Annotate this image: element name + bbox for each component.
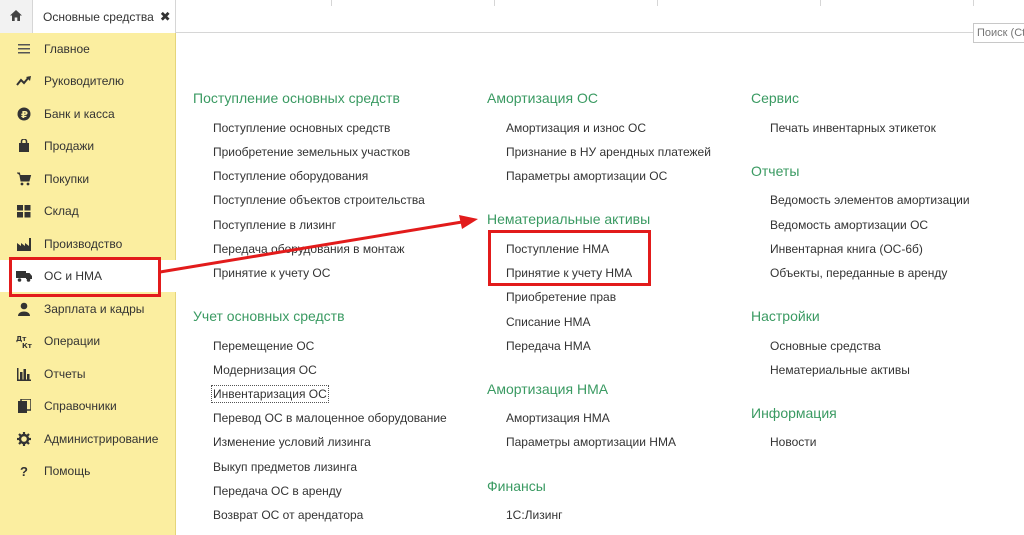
tab-divider [494, 0, 495, 6]
sidebar-item-help[interactable]: ? Помощь [0, 455, 176, 487]
sidebar-item-bank[interactable]: ₽ Банк и касса [0, 98, 176, 130]
section-title-nma-depreciation: Амортизация НМА [487, 381, 609, 397]
sidebar-item-label: Банк и касса [44, 107, 115, 121]
link-leasing-buyout[interactable]: Выкуп предметов лизинга [213, 460, 357, 474]
link-os-receipt[interactable]: Поступление основных средств [213, 121, 390, 135]
tab-divider [657, 0, 658, 6]
sidebar-item-label: Производство [44, 237, 123, 251]
section-title-os-depreciation: Амортизация ОС [487, 90, 598, 106]
link-news[interactable]: Новости [770, 435, 816, 449]
sidebar-item-manager[interactable]: Руководителю [0, 65, 176, 97]
tab-label: Основные средства [43, 9, 154, 24]
grid-icon [16, 203, 32, 219]
sidebar-item-label: Помощь [44, 464, 91, 478]
section-title-settings: Настройки [751, 308, 820, 324]
tab-divider [331, 0, 332, 6]
link-settings-os[interactable]: Основные средства [770, 339, 881, 353]
home-button[interactable] [0, 0, 33, 33]
link-os-depreciation-report[interactable]: Ведомость амортизации ОС [770, 218, 928, 232]
link-os-transfer[interactable]: Перемещение ОС [213, 339, 314, 353]
trend-icon [16, 73, 32, 89]
question-icon: ? [20, 463, 28, 479]
sidebar-item-sales[interactable]: Продажи [0, 130, 176, 162]
section-title-information: Информация [751, 405, 837, 421]
books-icon [16, 398, 32, 414]
bag-icon [16, 138, 32, 154]
link-leasing-receipt[interactable]: Поступление в лизинг [213, 218, 336, 232]
section-title-service: Сервис [751, 90, 799, 106]
link-os-inventory[interactable]: Инвентаризация ОС [211, 385, 329, 403]
section-title-os-receipt: Поступление основных средств [193, 90, 400, 106]
link-nma-depreciation[interactable]: Амортизация НМА [506, 411, 610, 425]
link-os-depreciation-params[interactable]: Параметры амортизации ОС [506, 169, 667, 183]
link-rights-purchase[interactable]: Приобретение прав [506, 290, 616, 304]
search-input[interactable] [973, 23, 1024, 43]
gear-icon [16, 431, 32, 447]
link-nma-writeoff[interactable]: Списание НМА [506, 315, 591, 329]
link-lease-payments-tax[interactable]: Признание в НУ арендных платежей [506, 145, 711, 159]
link-os-low-value[interactable]: Перевод ОС в малоценное оборудование [213, 411, 447, 425]
link-equipment-receipt[interactable]: Поступление оборудования [213, 169, 368, 183]
tab-divider [973, 0, 974, 6]
link-inventory-book[interactable]: Инвентарная книга (ОС-6б) [770, 242, 923, 256]
sidebar-item-label: Операции [44, 334, 101, 348]
close-icon[interactable]: ✖ [160, 9, 171, 25]
link-1c-leasing[interactable]: 1С:Лизинг [506, 508, 562, 522]
sidebar-item-label: Зарплата и кадры [44, 302, 145, 316]
sidebar-item-operations[interactable]: Дт Кт Операции [0, 325, 176, 357]
sidebar-item-purchases[interactable]: Покупки [0, 163, 176, 195]
section-title-os-accounting: Учет основных средств [193, 308, 345, 324]
menu-icon [16, 41, 32, 57]
sidebar-item-label: Администрирование [44, 432, 159, 446]
sidebar-item-reports[interactable]: Отчеты [0, 358, 176, 390]
sidebar-item-label: Руководителю [44, 74, 125, 88]
sidebar-item-warehouse[interactable]: Склад [0, 195, 176, 227]
person-icon [16, 301, 32, 317]
section-title-finance: Финансы [487, 478, 546, 494]
tab-bar: Основные средства ✖ [0, 0, 1024, 33]
factory-icon [16, 236, 32, 252]
link-print-labels[interactable]: Печать инвентарных этикеток [770, 121, 936, 135]
bar-chart-icon [16, 366, 32, 382]
app-window: Основные средства ✖ Главное Руководителю… [0, 0, 1024, 535]
link-equipment-installation[interactable]: Передача оборудования в монтаж [213, 242, 405, 256]
link-construction-receipt[interactable]: Поступление объектов строительства [213, 193, 425, 207]
link-os-lease-out[interactable]: Передача ОС в аренду [213, 484, 342, 498]
dt-kt-icon: Дт Кт [16, 333, 32, 349]
sidebar-item-label: Склад [44, 204, 79, 218]
link-os-lease-return[interactable]: Возврат ОС от арендатора [213, 508, 363, 522]
svg-text:Кт: Кт [22, 342, 32, 348]
home-icon [9, 9, 23, 25]
link-os-depreciation[interactable]: Амортизация и износ ОС [506, 121, 646, 135]
sidebar-item-directories[interactable]: Справочники [0, 390, 176, 422]
link-leased-objects[interactable]: Объекты, переданные в аренду [770, 266, 947, 280]
link-land-purchase[interactable]: Приобретение земельных участков [213, 145, 410, 159]
annotation-box-sidebar [9, 257, 161, 297]
annotation-box-nma [488, 230, 651, 286]
sidebar-item-label: Отчеты [44, 367, 86, 381]
link-leasing-terms[interactable]: Изменение условий лизинга [213, 435, 371, 449]
sidebar-item-salary[interactable]: Зарплата и кадры [0, 293, 176, 325]
sidebar-item-admin[interactable]: Администрирование [0, 423, 176, 455]
link-depreciation-elements-report[interactable]: Ведомость элементов амортизации [770, 193, 970, 207]
link-os-acceptance[interactable]: Принятие к учету ОС [213, 266, 330, 280]
coin-icon: ₽ [16, 106, 32, 122]
cart-icon [16, 171, 32, 187]
tab-divider [820, 0, 821, 6]
sidebar-item-production[interactable]: Производство [0, 228, 176, 260]
link-nma-transfer[interactable]: Передача НМА [506, 339, 591, 353]
link-os-modernization[interactable]: Модернизация ОС [213, 363, 317, 377]
section-title-intangibles: Нематериальные активы [487, 211, 651, 227]
tab-fixed-assets[interactable]: Основные средства ✖ [33, 0, 176, 33]
sidebar-item-label: Продажи [44, 139, 95, 153]
sidebar-item-main[interactable]: Главное [0, 33, 176, 65]
sidebar-item-label: Покупки [44, 172, 90, 186]
sidebar-item-label: Главное [44, 42, 90, 56]
link-settings-nma[interactable]: Нематериальные активы [770, 363, 910, 377]
sidebar-item-label: Справочники [44, 399, 117, 413]
section-title-reports: Отчеты [751, 163, 800, 179]
link-nma-depreciation-params[interactable]: Параметры амортизации НМА [506, 435, 676, 449]
svg-text:₽: ₽ [21, 110, 28, 121]
